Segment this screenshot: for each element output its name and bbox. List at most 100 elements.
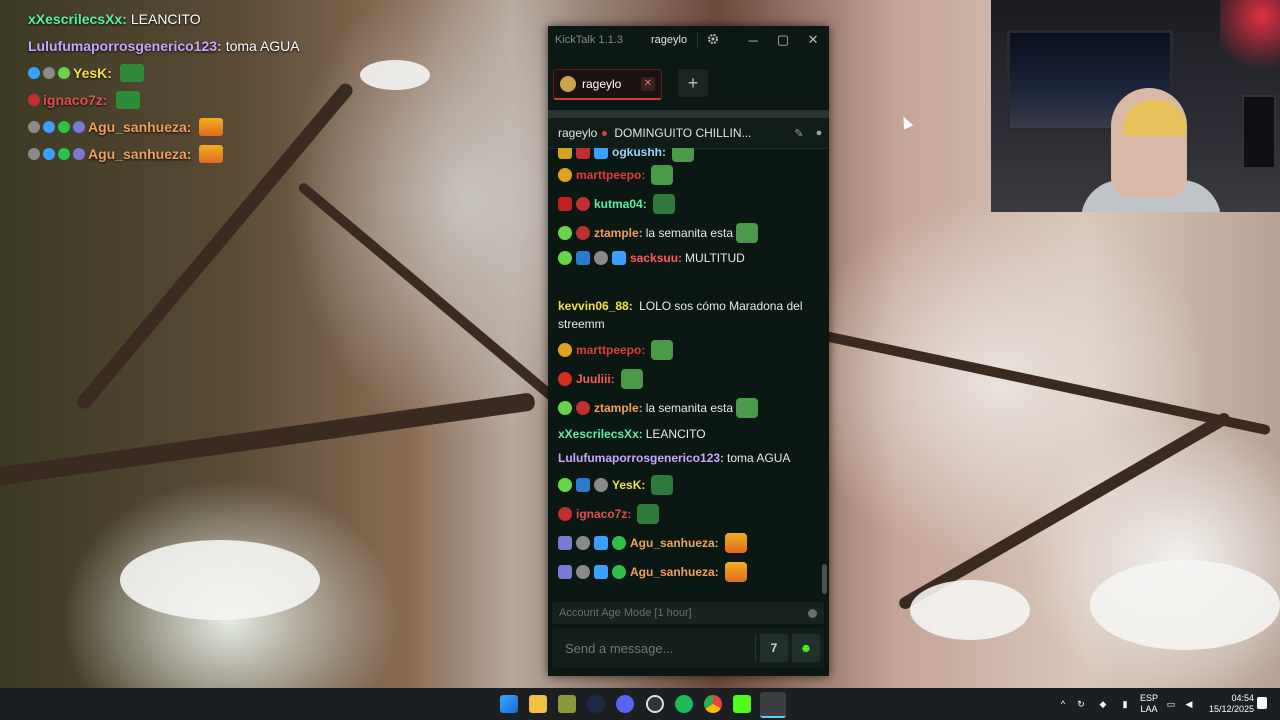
chat-username[interactable]: ogkushh: bbox=[612, 148, 666, 159]
language-indicator[interactable]: ESP LAA bbox=[1136, 693, 1162, 715]
chat-username[interactable]: ztample: bbox=[594, 226, 643, 240]
chat-username[interactable]: Agu_sanhueza: bbox=[630, 565, 719, 579]
settings-button[interactable] bbox=[698, 33, 728, 48]
webcam-feed bbox=[991, 0, 1280, 212]
overlay-text: toma AGUA bbox=[225, 38, 300, 54]
chrome-icon[interactable] bbox=[704, 695, 722, 713]
badge-icon bbox=[576, 148, 590, 159]
badge-icon bbox=[28, 121, 40, 133]
tab-rageylo[interactable]: rageylo ✕ bbox=[553, 69, 662, 100]
chat-message: Agu_sanhueza: bbox=[548, 528, 818, 557]
tab-label: rageylo bbox=[582, 77, 622, 91]
badge-icon bbox=[558, 371, 572, 386]
pepe-emote-icon bbox=[119, 64, 144, 82]
badge-icon bbox=[594, 251, 608, 265]
chevron-up-icon[interactable]: ^ bbox=[1056, 699, 1070, 709]
badge-icon bbox=[28, 67, 40, 79]
chat-username[interactable]: YesK: bbox=[612, 478, 645, 492]
obs-icon[interactable] bbox=[646, 695, 664, 713]
info-icon[interactable] bbox=[808, 608, 817, 618]
sunset-emote-icon bbox=[199, 145, 224, 163]
lang-top: ESP bbox=[1139, 693, 1158, 703]
minimize-button[interactable]: ─ bbox=[738, 33, 768, 48]
chat-message: marttpeepo: bbox=[548, 335, 818, 364]
emote-picker-kick-button[interactable]: ☻ bbox=[792, 634, 820, 662]
overlay-username: Lulufumaporrosgenerico123: bbox=[28, 38, 222, 54]
overlay-message: Agu_sanhueza: bbox=[28, 143, 368, 165]
lang-bottom: LAA bbox=[1140, 704, 1158, 714]
spotify-icon[interactable] bbox=[675, 695, 693, 713]
chat-message: kutma04: bbox=[548, 189, 818, 218]
chat-username[interactable]: sacksuu: bbox=[630, 251, 682, 265]
badge-icon bbox=[558, 342, 572, 357]
chat-username[interactable]: xXescrilecsXx: bbox=[558, 427, 643, 441]
snow-clump bbox=[1090, 560, 1280, 650]
microphone-icon[interactable]: ▮ bbox=[1114, 699, 1136, 710]
system-tray: ^ ↻ ◆ ▮ ESP LAA ▭ ◀ bbox=[1056, 688, 1198, 720]
badge-icon bbox=[576, 225, 590, 240]
notification-icon[interactable] bbox=[1257, 697, 1267, 709]
pepe-emote-icon bbox=[651, 474, 674, 495]
badge-icon bbox=[576, 564, 590, 579]
chat-message-body: kevvin06_88: LOLO sos cómo Maradona del … bbox=[558, 297, 810, 333]
badge-icon bbox=[576, 400, 590, 415]
chat-username[interactable]: kevvin06_88: bbox=[558, 299, 633, 313]
add-tab-button[interactable]: + bbox=[678, 69, 708, 97]
titlebar-user[interactable]: rageylo bbox=[651, 34, 687, 46]
chat-username[interactable]: ignaco7z: bbox=[576, 507, 631, 521]
maximize-button[interactable]: ▢ bbox=[768, 32, 798, 48]
pepe-emote-icon bbox=[115, 91, 140, 109]
chat-message: Agu_sanhueza: bbox=[548, 557, 818, 586]
message-input[interactable] bbox=[552, 639, 747, 657]
pepe-emote-icon bbox=[651, 164, 674, 185]
chat-username[interactable]: Juuliii: bbox=[576, 372, 615, 386]
start-icon[interactable] bbox=[500, 695, 518, 713]
gear-icon bbox=[708, 33, 719, 44]
close-button[interactable]: ✕ bbox=[798, 32, 828, 48]
network-icon[interactable]: ▭ bbox=[1162, 699, 1180, 710]
pin-icon[interactable]: ✎ bbox=[789, 127, 809, 140]
kicktalk-icon[interactable] bbox=[760, 692, 786, 718]
clock[interactable]: 04:54 15/12/2025 bbox=[1206, 693, 1254, 715]
chat-username[interactable]: ztample: bbox=[594, 401, 643, 415]
badge-icon bbox=[43, 148, 55, 160]
badge-icon bbox=[612, 251, 626, 265]
overlay-message: Lulufumaporrosgenerico123: toma AGUA bbox=[28, 35, 368, 57]
channel-header: rageylo DOMINGUITO CHILLIN... ✎ ● bbox=[548, 118, 829, 149]
chat-message: ignaco7z: bbox=[548, 499, 818, 528]
overlay-username: Agu_sanhueza: bbox=[88, 146, 192, 162]
chat-username[interactable]: Lulufumaporrosgenerico123: bbox=[558, 451, 724, 465]
overlay-text: LEANCITO bbox=[130, 11, 201, 27]
badge-icon bbox=[576, 251, 590, 265]
chat-username[interactable]: marttpeepo: bbox=[576, 343, 645, 357]
stream-chat-overlay: xXescrilecsXx: LEANCITO Lulufumaporrosge… bbox=[28, 8, 368, 170]
shield-icon[interactable]: ◆ bbox=[1092, 699, 1114, 710]
chat-username[interactable]: marttpeepo: bbox=[576, 168, 645, 182]
kick-icon[interactable] bbox=[733, 695, 751, 713]
discord-icon[interactable] bbox=[616, 695, 634, 713]
chat-message: kevvin06_88: LOLO sos cómo Maradona del … bbox=[548, 295, 818, 335]
windows-taskbar: ^ ↻ ◆ ▮ ESP LAA ▭ ◀ 04:54 15/12/2025 bbox=[0, 688, 1280, 720]
close-tab-icon[interactable]: ✕ bbox=[641, 77, 655, 91]
snow-clump bbox=[120, 540, 320, 620]
sync-icon[interactable]: ↻ bbox=[1070, 699, 1092, 710]
user-icon[interactable]: ● bbox=[809, 127, 829, 139]
volume-icon[interactable]: ◀ bbox=[1180, 699, 1198, 710]
cam-red-light bbox=[1220, 0, 1280, 80]
chat-message-list[interactable]: ogkushh: marttpeepo: kutma04: ztample: l… bbox=[548, 148, 818, 602]
chat-username[interactable]: Agu_sanhueza: bbox=[630, 536, 719, 550]
emote-picker-7tv-button[interactable]: 7 bbox=[760, 634, 788, 662]
badge-icon bbox=[594, 148, 608, 159]
badge-icon bbox=[576, 196, 590, 211]
pepe-emote-icon bbox=[652, 193, 675, 214]
pepe-emote-icon bbox=[736, 222, 759, 243]
app-icon[interactable] bbox=[558, 695, 576, 713]
chat-message: ztample: la semanita esta bbox=[548, 218, 818, 247]
chat-text: LEANCITO bbox=[645, 427, 706, 441]
chat-username[interactable]: kutma04: bbox=[594, 197, 647, 211]
file-explorer-icon[interactable] bbox=[529, 695, 547, 713]
live-indicator-icon bbox=[602, 130, 608, 136]
overlay-message: ignaco7z: bbox=[28, 89, 368, 111]
steam-icon[interactable] bbox=[587, 695, 605, 713]
chat-scrollbar[interactable] bbox=[822, 564, 827, 594]
